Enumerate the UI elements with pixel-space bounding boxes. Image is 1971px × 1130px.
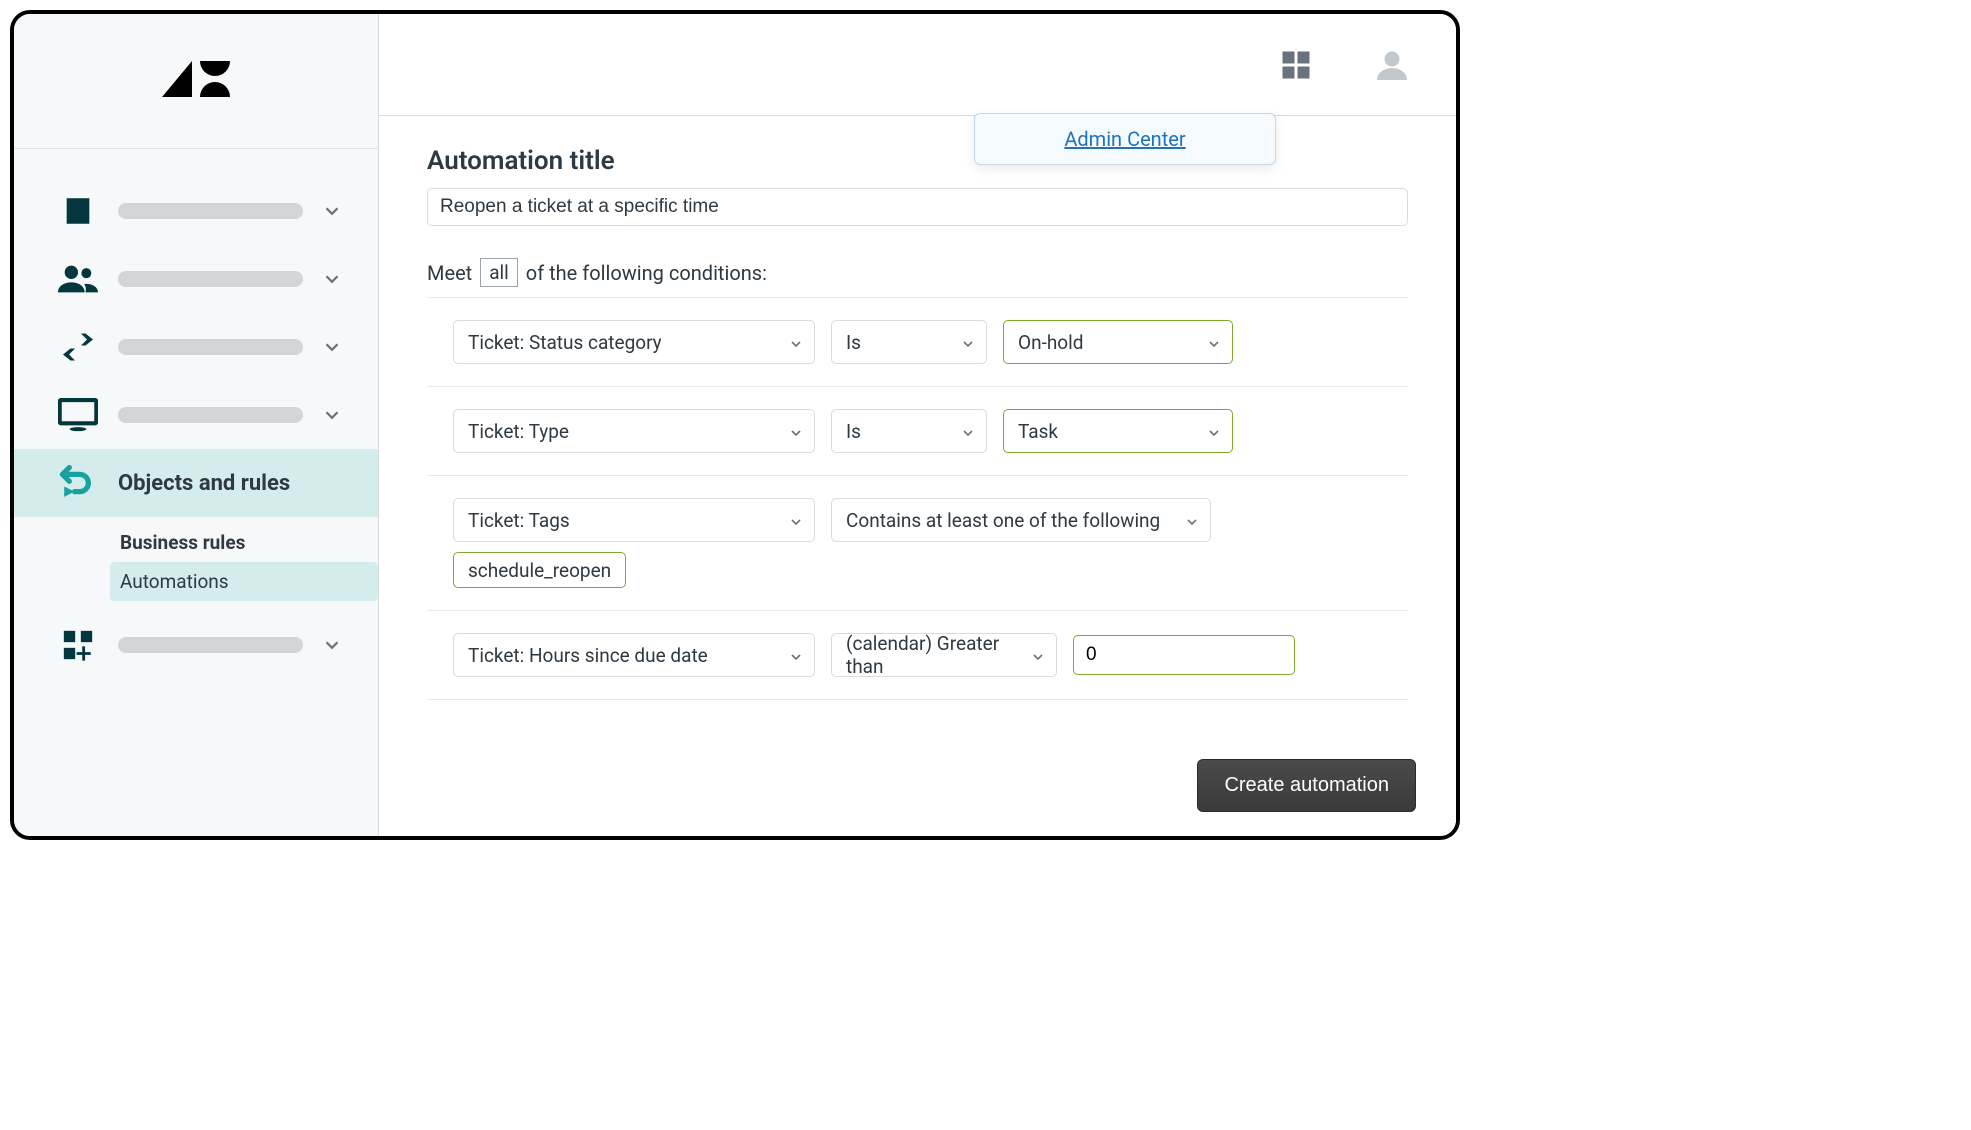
condition-operator-select[interactable]: Contains at least one of the following [831, 498, 1211, 542]
nav-item-people[interactable] [14, 245, 378, 313]
sub-item-business-rules[interactable]: Business rules [14, 523, 378, 562]
condition-row: Ticket: Status category Is On-hold [427, 297, 1408, 386]
chevron-down-icon [321, 404, 343, 426]
condition-field-select[interactable]: Ticket: Status category [453, 320, 815, 364]
create-automation-button[interactable]: Create automation [1197, 759, 1416, 812]
people-icon [56, 259, 100, 299]
chevron-down-icon [960, 334, 976, 350]
nav-label: Objects and rules [118, 471, 354, 496]
chevron-down-icon [321, 200, 343, 222]
sub-list-objects-rules: Business rules Automations [14, 517, 378, 611]
sub-item-automations[interactable]: Automations [110, 562, 378, 601]
admin-center-link[interactable]: Admin Center [1064, 127, 1185, 151]
select-value: On-hold [1018, 331, 1083, 354]
nav-list: Objects and rules Business rules Automat… [14, 149, 378, 679]
meet-all-selector[interactable]: all [480, 258, 518, 287]
chevron-down-icon [1206, 423, 1222, 439]
chevron-down-icon [1030, 647, 1046, 663]
condition-operator-select[interactable]: (calendar) Greater than [831, 633, 1057, 677]
chevron-down-icon [788, 647, 804, 663]
condition-value-select[interactable]: Task [1003, 409, 1233, 453]
nav-item-channels[interactable] [14, 313, 378, 381]
chevron-down-icon [321, 336, 343, 358]
select-value: Ticket: Hours since due date [468, 644, 708, 667]
main: Admin Center Automation title Meet all o… [379, 14, 1456, 836]
nav-item-workspaces[interactable] [14, 381, 378, 449]
nav-item-account[interactable] [14, 177, 378, 245]
flow-icon [56, 463, 100, 503]
chevron-down-icon [321, 268, 343, 290]
condition-field-select[interactable]: Ticket: Hours since due date [453, 633, 815, 677]
condition-operator-select[interactable]: Is [831, 320, 987, 364]
meet-suffix: of the following conditions: [526, 261, 767, 285]
products-icon[interactable] [1276, 45, 1316, 85]
automation-title-input[interactable] [427, 188, 1408, 226]
chevron-down-icon [788, 423, 804, 439]
condition-row: Ticket: Tags Contains at least one of th… [427, 475, 1408, 610]
nav-item-objects-rules[interactable]: Objects and rules [14, 449, 378, 517]
arrows-icon [56, 327, 100, 367]
select-value: Ticket: Type [468, 420, 569, 443]
sidebar: Objects and rules Business rules Automat… [14, 14, 379, 836]
condition-value-input[interactable] [1073, 635, 1295, 675]
monitor-icon [56, 395, 100, 435]
footer: Create automation [379, 749, 1456, 836]
content-area: Automation title Meet all of the followi… [379, 116, 1456, 749]
select-value: (calendar) Greater than [846, 632, 1016, 678]
tag-value[interactable]: schedule_reopen [453, 552, 626, 588]
nav-placeholder [118, 271, 303, 287]
apps-add-icon [56, 625, 100, 665]
conditions-intro: Meet all of the following conditions: [427, 258, 1408, 287]
nav-placeholder [118, 339, 303, 355]
condition-operator-select[interactable]: Is [831, 409, 987, 453]
chevron-down-icon [1184, 512, 1200, 528]
condition-value-select[interactable]: On-hold [1003, 320, 1233, 364]
condition-field-select[interactable]: Ticket: Type [453, 409, 815, 453]
select-value: Is [846, 331, 861, 354]
condition-field-select[interactable]: Ticket: Tags [453, 498, 815, 542]
condition-row: Ticket: Type Is Task [427, 386, 1408, 475]
nav-item-apps[interactable] [14, 611, 378, 679]
select-value: Contains at least one of the following [846, 509, 1160, 532]
select-value: Ticket: Tags [468, 509, 570, 532]
logo [14, 14, 378, 149]
chevron-down-icon [788, 512, 804, 528]
profile-icon[interactable] [1372, 45, 1412, 85]
select-value: Is [846, 420, 861, 443]
chevron-down-icon [960, 423, 976, 439]
app-window: Objects and rules Business rules Automat… [10, 10, 1460, 840]
chevron-down-icon [321, 634, 343, 656]
chevron-down-icon [1206, 334, 1222, 350]
meet-prefix: Meet [427, 261, 472, 285]
topbar [379, 14, 1456, 116]
building-icon [56, 191, 100, 231]
chevron-down-icon [788, 334, 804, 350]
nav-placeholder [118, 637, 303, 653]
nav-placeholder [118, 203, 303, 219]
admin-center-tooltip: Admin Center [974, 113, 1276, 165]
select-value: Ticket: Status category [468, 331, 662, 354]
nav-placeholder [118, 407, 303, 423]
condition-row: Ticket: Hours since due date (calendar) … [427, 610, 1408, 700]
select-value: Task [1018, 420, 1058, 443]
zendesk-logo-icon [162, 55, 230, 107]
